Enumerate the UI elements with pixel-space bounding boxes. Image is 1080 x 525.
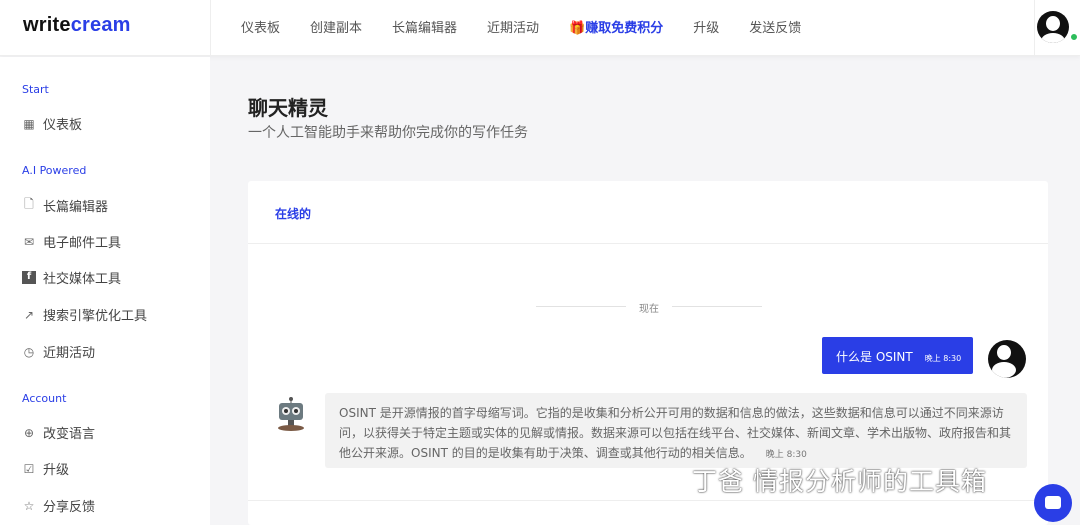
sidebar-item-dashboard[interactable]: ▦ 仪表板 bbox=[22, 114, 82, 134]
sidebar-item-upgrade[interactable]: ☑ 升级 bbox=[22, 459, 69, 479]
star-icon: ☆ bbox=[23, 498, 35, 513]
nav-recent-activity[interactable]: 近期活动 bbox=[487, 17, 539, 36]
logo[interactable]: writecream bbox=[0, 0, 211, 56]
user-avatar bbox=[988, 340, 1026, 378]
chat-support-button[interactable] bbox=[1034, 484, 1072, 522]
user-message: 什么是 OSINT 晚上 8:30 bbox=[822, 337, 973, 374]
sidebar-item-seo[interactable]: ↗ 搜索引擎优化工具 bbox=[22, 305, 147, 325]
robot-avatar-icon bbox=[278, 397, 304, 431]
nav-earn-credits[interactable]: 🎁赚取免费积分 bbox=[569, 17, 663, 36]
globe-icon: ⊕ bbox=[23, 425, 35, 440]
facebook-icon: f bbox=[22, 271, 36, 284]
sidebar-item-feedback[interactable]: ☆ 分享反馈 bbox=[22, 496, 95, 516]
sidebar-item-longform[interactable]: 🗋 长篇编辑器 bbox=[22, 195, 108, 216]
status-label: 在线的 bbox=[275, 207, 312, 221]
online-dot bbox=[1070, 33, 1078, 41]
clock-icon: ◷ bbox=[23, 344, 35, 359]
document-plus-icon: 🗋 bbox=[24, 197, 34, 211]
bot-message: OSINT 是开源情报的首字母缩写词。它指的是收集和分析公开可用的数据和信息的做… bbox=[325, 393, 1027, 468]
section-start: Start bbox=[22, 83, 49, 96]
divider bbox=[248, 243, 1048, 244]
time-divider: 现在 bbox=[536, 300, 762, 315]
sidebar: Start ▦ 仪表板 A.I Powered 🗋 长篇编辑器 ✉ 电子邮件工具 f社… bbox=[0, 57, 210, 525]
watermark: 丁爸 情报分析师的工具箱 bbox=[692, 467, 987, 496]
mail-icon: ✉ bbox=[23, 234, 35, 249]
user-menu[interactable] bbox=[1034, 0, 1080, 56]
nav-create-copy[interactable]: 创建副本 bbox=[310, 17, 362, 36]
top-nav: 仪表板 创建副本 长篇编辑器 近期活动 🎁赚取免费积分 升级 发送反馈 bbox=[241, 17, 831, 36]
page-subtitle: 一个人工智能助手来帮助你完成你的写作任务 bbox=[248, 125, 528, 141]
checkbox-icon: ☑ bbox=[23, 461, 35, 476]
dashboard-icon: ▦ bbox=[23, 116, 35, 131]
sidebar-item-recent[interactable]: ◷ 近期活动 bbox=[22, 342, 95, 362]
avatar bbox=[1037, 11, 1069, 43]
nav-feedback[interactable]: 发送反馈 bbox=[749, 17, 801, 36]
sidebar-item-email[interactable]: ✉ 电子邮件工具 bbox=[22, 232, 121, 252]
divider bbox=[248, 500, 1048, 501]
top-bar: writecream 仪表板 创建副本 长篇编辑器 近期活动 🎁赚取免费积分 升… bbox=[0, 0, 1080, 56]
nav-upgrade[interactable]: 升级 bbox=[693, 17, 719, 36]
nav-dashboard[interactable]: 仪表板 bbox=[241, 17, 280, 36]
trend-icon: ↗ bbox=[23, 307, 35, 322]
section-ai: A.I Powered bbox=[22, 164, 87, 177]
sidebar-item-social[interactable]: f 社交媒体工具 bbox=[22, 268, 121, 287]
nav-longform-editor[interactable]: 长篇编辑器 bbox=[392, 17, 457, 36]
sidebar-item-language[interactable]: ⊕ 改变语言 bbox=[22, 423, 95, 443]
page-title: 聊天精灵 bbox=[248, 96, 328, 120]
section-account: Account bbox=[22, 392, 67, 405]
